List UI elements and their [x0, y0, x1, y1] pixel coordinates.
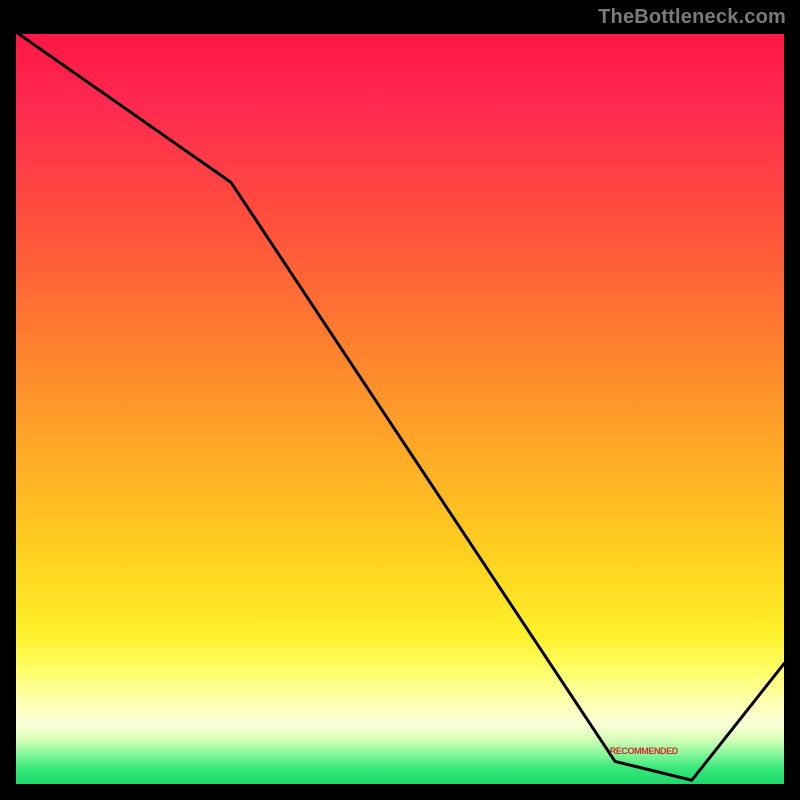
chart-overlay [16, 32, 784, 784]
recommended-annotation: RECOMMENDED [610, 746, 678, 756]
watermark-text: TheBottleneck.com [598, 6, 786, 29]
chart-frame: RECOMMENDED [16, 32, 784, 784]
series-line [16, 32, 784, 780]
chart-stage: TheBottleneck.com RECOMMENDED [0, 0, 800, 800]
